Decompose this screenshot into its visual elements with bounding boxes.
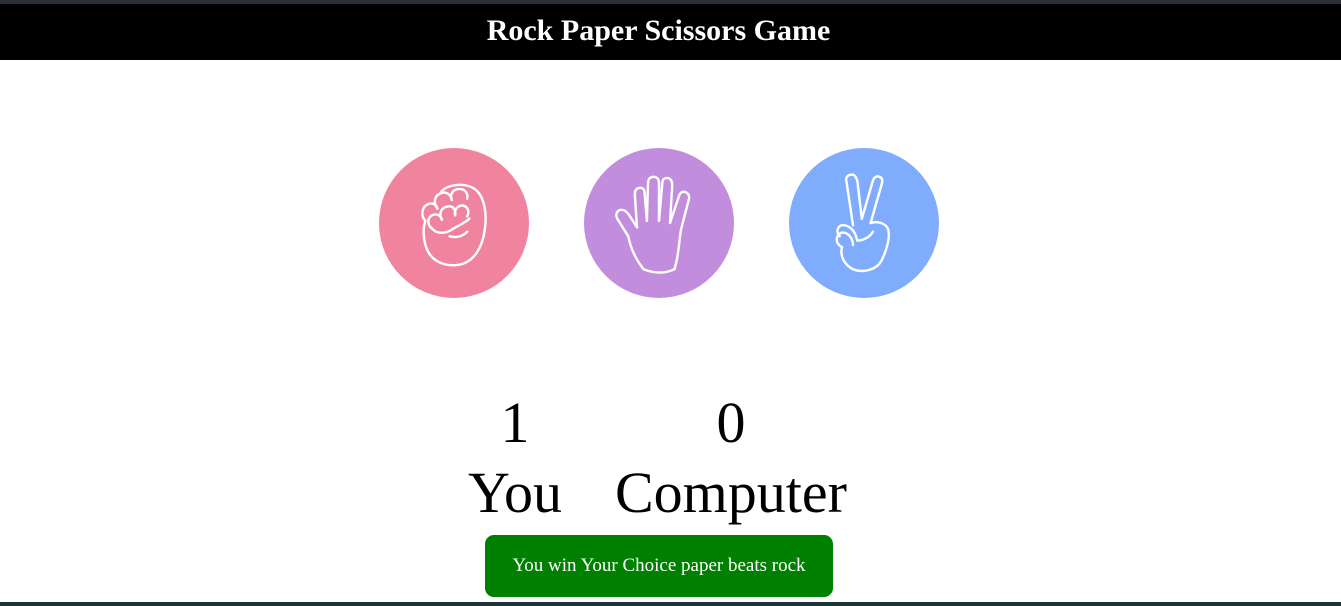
fist-icon bbox=[421, 183, 487, 267]
user-score: 1 bbox=[500, 390, 530, 455]
choices-row bbox=[0, 148, 1341, 298]
user-score-column: 1 You bbox=[440, 388, 590, 528]
computer-label: Computer bbox=[615, 460, 847, 525]
peace-sign-icon bbox=[835, 173, 890, 273]
computer-score: 0 bbox=[716, 390, 746, 455]
result-message: You win Your Choice paper beats rock bbox=[485, 535, 833, 597]
window-bottom-strip bbox=[0, 602, 1341, 606]
paper-choice-button[interactable] bbox=[584, 148, 734, 298]
rock-choice-button[interactable] bbox=[379, 148, 529, 298]
scissors-choice-button[interactable] bbox=[789, 148, 939, 298]
page-title: Rock Paper Scissors Game bbox=[486, 14, 831, 47]
open-hand-icon bbox=[615, 175, 691, 274]
result-message-text: You win Your Choice paper beats rock bbox=[512, 555, 806, 576]
computer-score-column: 0 Computer bbox=[600, 388, 862, 528]
scoreboard: 1 You 0 Computer bbox=[0, 388, 1341, 528]
user-label: You bbox=[467, 460, 563, 525]
header-bar: Rock Paper Scissors Game bbox=[0, 4, 1341, 60]
